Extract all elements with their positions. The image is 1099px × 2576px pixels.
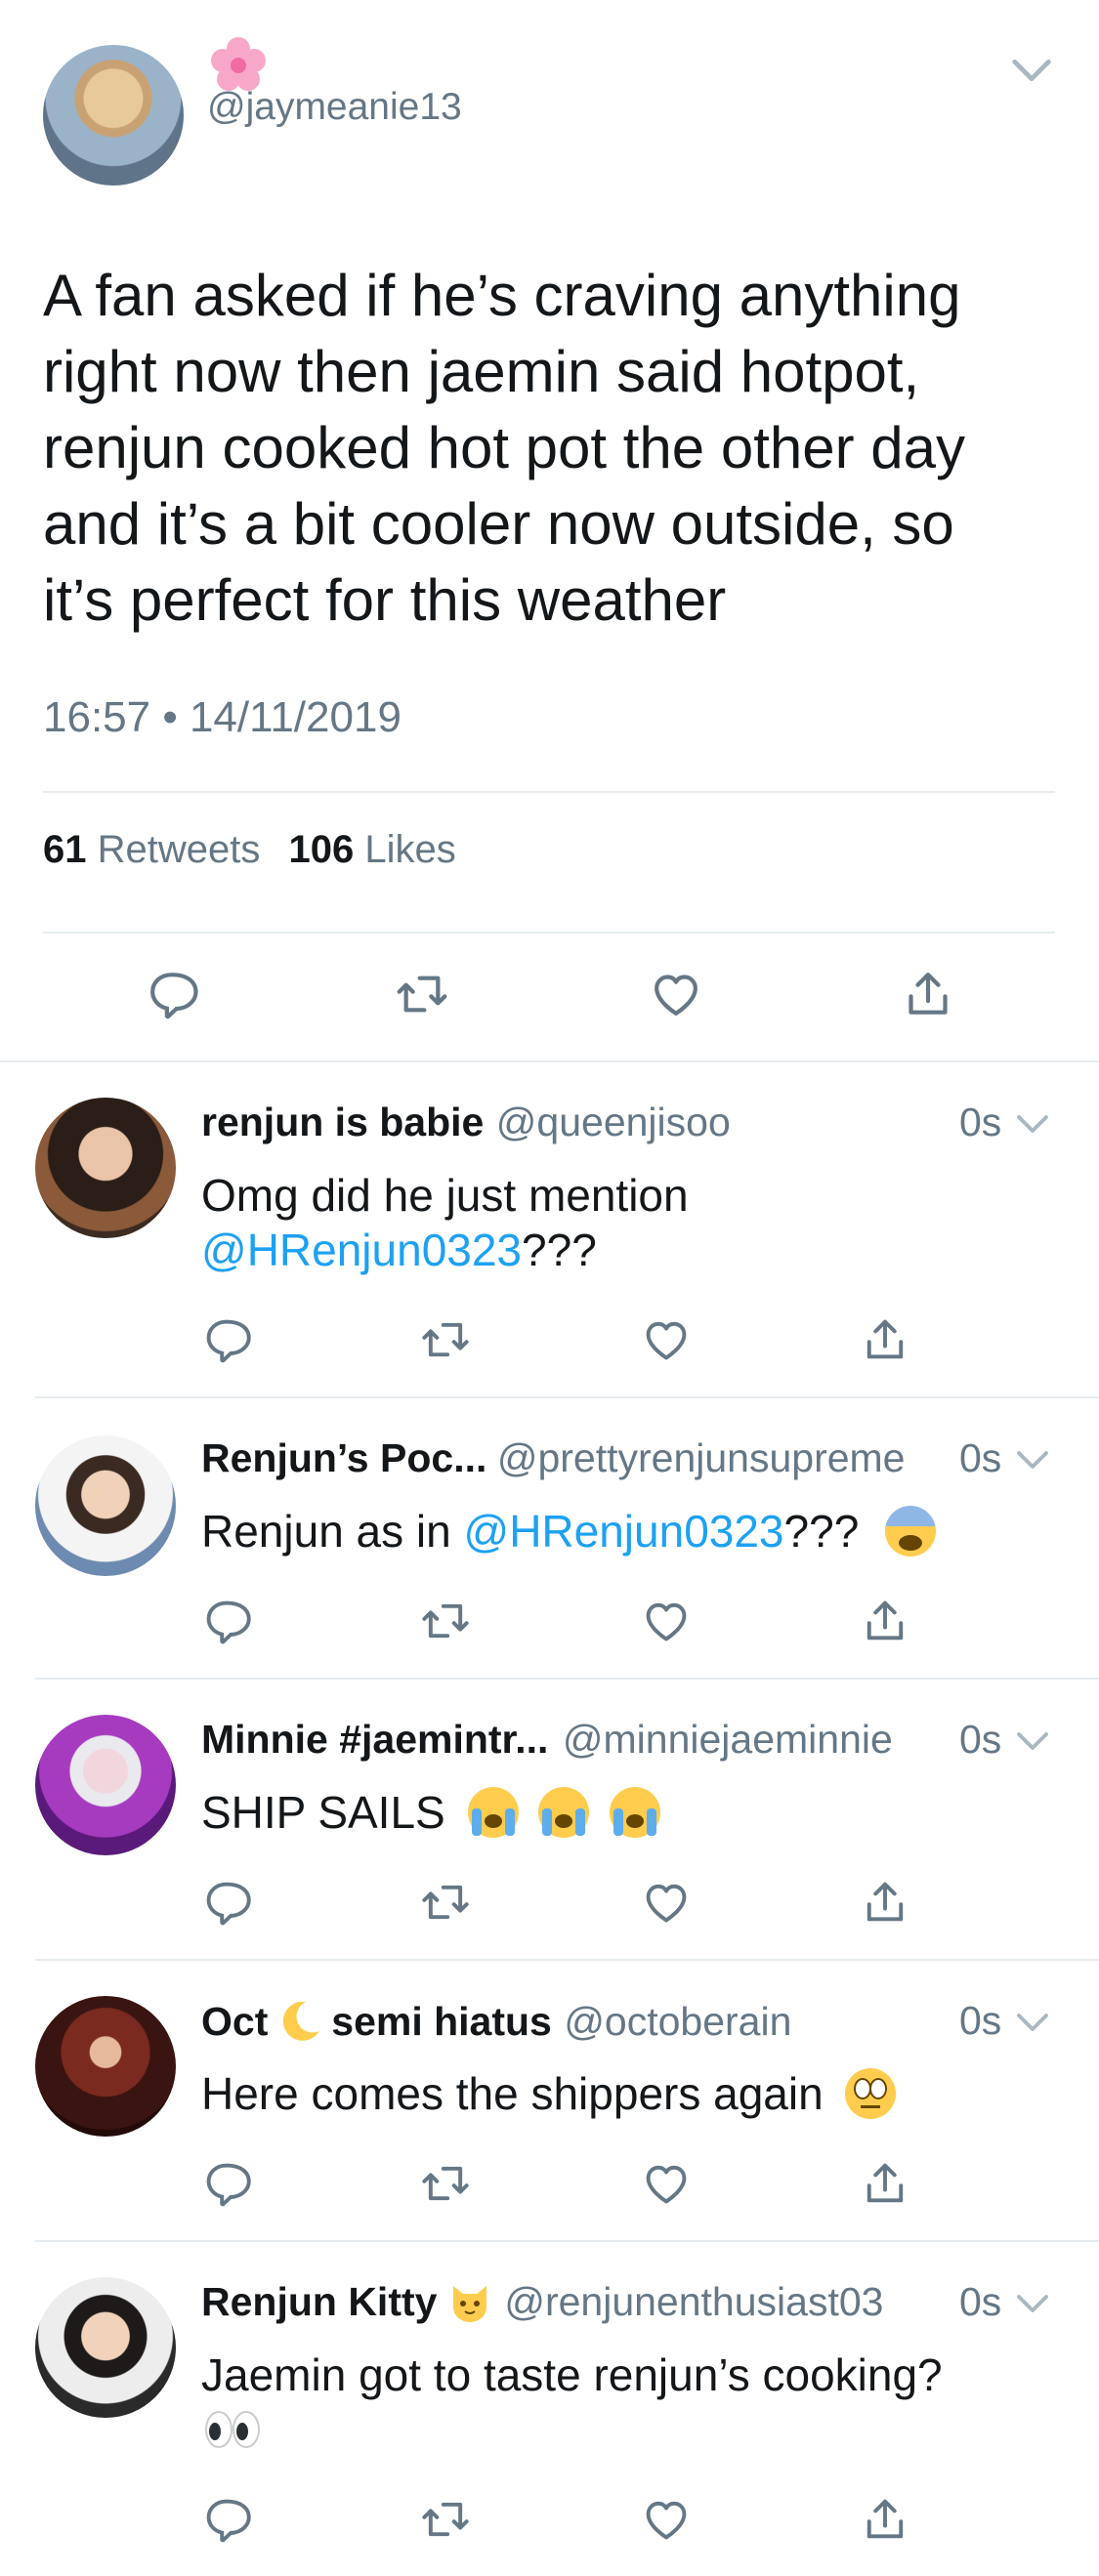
- fearful-face-emoji: [885, 1506, 937, 1557]
- reply-icon[interactable]: [145, 967, 199, 1021]
- chevron-down-icon[interactable]: [1012, 1103, 1053, 1144]
- mention-link[interactable]: @HRenjun0323: [201, 1225, 522, 1275]
- reply-icon[interactable]: [201, 2494, 252, 2545]
- share-icon[interactable]: [860, 1596, 910, 1646]
- crying-face-emoji: [467, 1787, 519, 1838]
- eye-roll-emoji: [845, 2068, 897, 2119]
- reply-text: Renjun as in @HRenjun0323???: [201, 1504, 1051, 1558]
- reply-time: 0s: [959, 1100, 1002, 1144]
- divider: [43, 791, 1055, 793]
- reply-name[interactable]: Renjun’s Poc...: [201, 1435, 486, 1480]
- like-icon[interactable]: [641, 2494, 692, 2545]
- retweet-icon[interactable]: [395, 967, 449, 1021]
- moon-emoji: [276, 1998, 323, 2045]
- like-icon[interactable]: [641, 1314, 692, 1365]
- reply-avatar[interactable]: [35, 1715, 176, 1855]
- share-icon[interactable]: [860, 1877, 910, 1928]
- reply-text: Here comes the shippers again: [201, 2066, 1051, 2121]
- retweet-icon[interactable]: [420, 1314, 471, 1365]
- reply-avatar[interactable]: [35, 1098, 176, 1238]
- reply-avatar[interactable]: [35, 2277, 176, 2418]
- reply-avatar[interactable]: [35, 1996, 176, 2137]
- divider: [0, 1060, 1099, 1062]
- chevron-down-icon[interactable]: [1006, 45, 1057, 96]
- reply-name[interactable]: Minnie #jaemintr...: [201, 1717, 548, 1762]
- like-icon[interactable]: [641, 2158, 692, 2209]
- retweet-icon[interactable]: [420, 2158, 471, 2209]
- reply-icon[interactable]: [201, 1314, 252, 1365]
- divider: [35, 1678, 1099, 1680]
- eyes-emoji: [201, 2406, 264, 2453]
- chevron-down-icon[interactable]: [1012, 2283, 1053, 2324]
- reply-time: 0s: [959, 1435, 1002, 1480]
- like-icon[interactable]: [649, 967, 703, 1021]
- cat-emoji: [447, 2280, 492, 2325]
- reply-icon[interactable]: [201, 2158, 252, 2209]
- reply-name-suffix[interactable]: semi hiatus: [331, 1999, 552, 2044]
- reply-header: Minnie #jaemintr... @minniejaeminnie: [201, 1717, 893, 1763]
- retweets-count: 61: [43, 828, 87, 871]
- retweet-icon[interactable]: [420, 2494, 471, 2545]
- retweets-label: Retweets: [97, 828, 261, 871]
- reply-header: Renjun Kitty @renjunenthusiast03: [201, 2279, 883, 2325]
- reply-handle[interactable]: @renjunenthusiast03: [504, 2279, 883, 2324]
- reply-time: 0s: [959, 2279, 1002, 2324]
- likes-stat[interactable]: 106 Likes: [289, 828, 456, 871]
- reply-name[interactable]: renjun is babie: [201, 1100, 484, 1144]
- chevron-down-icon[interactable]: [1012, 1721, 1053, 1762]
- divider: [43, 932, 1055, 934]
- tweet-text: A fan asked if he’s craving anything rig…: [43, 263, 966, 633]
- author-avatar[interactable]: [43, 45, 184, 186]
- share-icon[interactable]: [901, 967, 955, 1021]
- reply-header: renjun is babie @queenjisoo: [201, 1100, 731, 1145]
- chevron-down-icon[interactable]: [1012, 2002, 1053, 2043]
- retweet-icon[interactable]: [420, 1877, 471, 1928]
- likes-count: 106: [288, 828, 355, 871]
- reply-name[interactable]: Renjun Kitty: [201, 2279, 437, 2324]
- reply-avatar[interactable]: [35, 1435, 176, 1576]
- reply-header: Renjun’s Poc... @prettyrenjunsupreme: [201, 1435, 905, 1481]
- share-icon[interactable]: [860, 1314, 910, 1365]
- divider: [35, 1396, 1099, 1398]
- share-icon[interactable]: [860, 2494, 910, 2545]
- reply-icon[interactable]: [201, 1877, 252, 1928]
- divider: [35, 2240, 1099, 2242]
- crying-face-emoji: [610, 1787, 661, 1838]
- reply-handle[interactable]: @prettyrenjunsupreme: [497, 1435, 906, 1480]
- reply-handle[interactable]: @minniejaeminnie: [563, 1717, 893, 1762]
- reply-handle[interactable]: @queenjisoo: [496, 1100, 731, 1144]
- like-icon[interactable]: [641, 1877, 692, 1928]
- mention-link[interactable]: @HRenjun0323: [464, 1506, 784, 1557]
- reply-handle[interactable]: @octoberain: [564, 1999, 791, 2044]
- reply-header: Oct semi hiatus @octoberain: [201, 1998, 791, 2045]
- retweets-stat[interactable]: 61 Retweets: [43, 828, 272, 871]
- tweet-stats: 61 Retweets 106 Likes: [43, 828, 456, 872]
- reply-text: Jaemin got to taste renjun’s cooking?: [201, 2347, 1051, 2457]
- author-handle[interactable]: @jaymeanie13: [207, 86, 462, 129]
- like-icon[interactable]: [641, 1596, 692, 1646]
- retweet-icon[interactable]: [420, 1596, 471, 1646]
- reply-icon[interactable]: [201, 1596, 252, 1646]
- divider: [35, 1959, 1099, 1961]
- reply-text: SHIP SAILS: [201, 1785, 1051, 1840]
- reply-time: 0s: [959, 1998, 1002, 2043]
- share-icon[interactable]: [860, 2158, 910, 2209]
- likes-label: Likes: [364, 828, 456, 871]
- reply-name[interactable]: Oct: [201, 1999, 268, 2044]
- tweet-timestamp: 16:57 • 14/11/2019: [43, 693, 402, 741]
- crying-face-emoji: [538, 1787, 590, 1838]
- chevron-down-icon[interactable]: [1012, 1439, 1053, 1480]
- reply-time: 0s: [959, 1717, 1002, 1762]
- reply-text: Omg did he just mention @HRenjun0323???: [201, 1170, 689, 1275]
- flower-emoji: [209, 35, 268, 94]
